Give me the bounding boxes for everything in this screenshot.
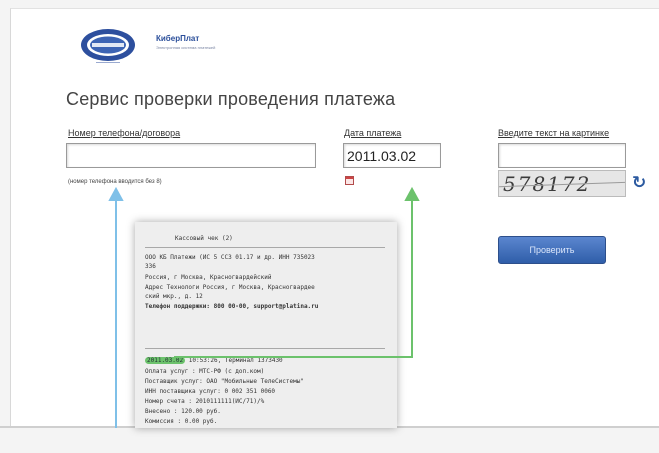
date-input[interactable]: [343, 143, 441, 168]
check-button[interactable]: Проверить: [498, 236, 606, 264]
captcha-input[interactable]: [498, 143, 626, 168]
captcha-label: Введите текст на картинке: [498, 128, 610, 138]
receipt-rule: [145, 247, 385, 248]
receipt-line: ИНН поставщика услуг: 0 002 351 0060: [145, 388, 276, 395]
page-title: Сервис проверки проведения платежа: [66, 89, 396, 109]
receipt-line: Внесено : 120.00 руб.: [145, 408, 221, 415]
phone-hint: (номер телефона вводится без 8): [68, 179, 162, 185]
receipt-line: Комиссия : 0.00 руб.: [145, 418, 218, 425]
receipt-date-highlight: 2011.03.02: [145, 357, 186, 364]
cyberplat-logo: [81, 29, 135, 63]
captcha-image: 578172: [498, 170, 626, 197]
receipt-header: Кассовый чек (2): [175, 235, 233, 242]
brand-name: КиберПлат: [156, 34, 200, 43]
refresh-icon[interactable]: ↻: [632, 174, 648, 192]
receipt-line: Телефон поддержки: 800 00-00, support@pl…: [145, 303, 319, 310]
receipt-line: Номер счета : 2010111111(ИС/71)/%: [145, 398, 265, 405]
captcha-text: 578172: [503, 172, 592, 196]
receipt-sample: Кассовый чек (2) ООО КБ Платежи (ИС 5 СС…: [135, 222, 397, 428]
calendar-icon[interactable]: [345, 176, 354, 185]
receipt-line: Поставщик услуг: ОАО "Мобильные ТелеСист…: [145, 378, 304, 385]
receipt-line: Адрес Технологи Россия, г Москва, Красно…: [145, 284, 315, 291]
receipt-line: ООО КБ Платежи (ИС 5 ССЗ 01.17 и др. ИНН…: [145, 254, 315, 261]
receipt-rule: [145, 348, 385, 349]
receipt-payment-line: 2011.03.02 10:53:26, Терминал 1373430: [145, 357, 283, 365]
phone-label: Номер телефона/договора: [68, 128, 181, 138]
brand-subtitle: Электронная система платежей: [156, 45, 216, 50]
receipt-line: Россия, г Москва, Красногвардейский: [145, 274, 272, 281]
date-label: Дата платежа: [344, 128, 402, 138]
receipt-line: ский мкр., д. 12: [145, 293, 203, 300]
receipt-line: Оплата услуг : МТС-РФ (с доп.ком): [145, 368, 265, 375]
phone-input[interactable]: [66, 143, 316, 168]
receipt-line: ЗЗ6: [145, 263, 156, 270]
receipt-payment-tail: 10:53:26, Терминал 1373430: [188, 357, 283, 364]
